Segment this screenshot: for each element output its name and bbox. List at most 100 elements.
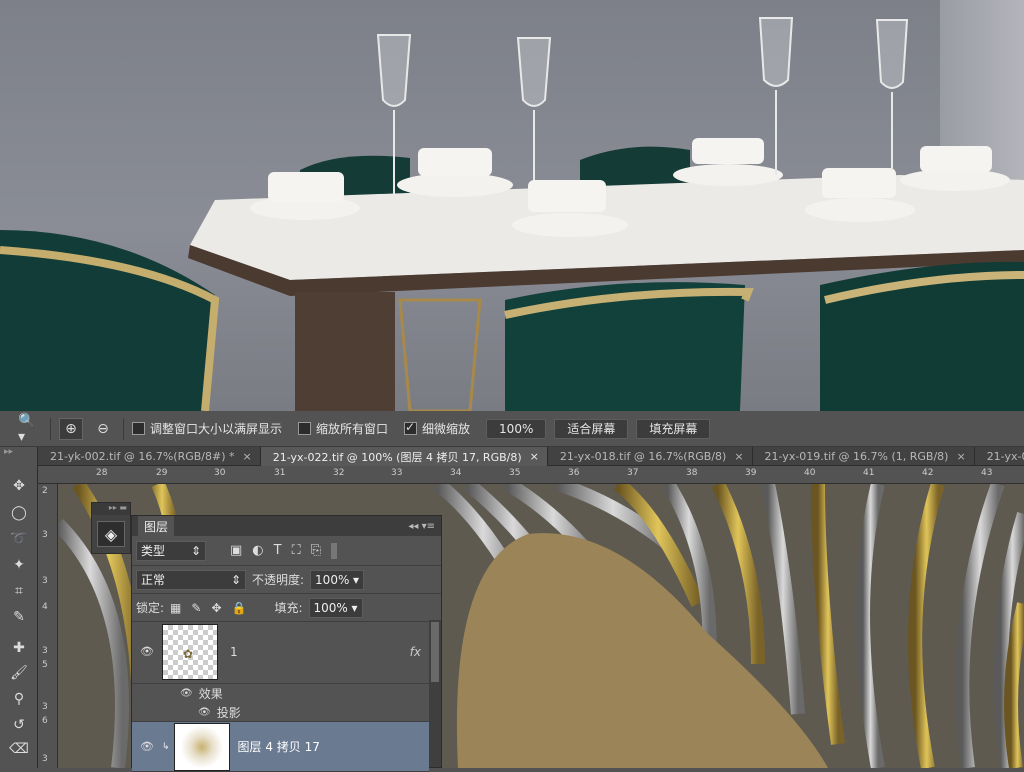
smart-object-filter-icon[interactable]: ⎘ <box>311 543 321 559</box>
brush-tool-icon[interactable]: 🖌 <box>7 662 31 684</box>
ruler-label: 31 <box>274 468 286 478</box>
layer-name[interactable]: 图层 4 拷贝 17 <box>238 738 320 755</box>
toolbox-collapse-icon[interactable]: ▸▸ <box>0 447 37 459</box>
ruler-label: 28 <box>96 468 108 478</box>
filter-toggle-icon[interactable] <box>331 542 338 559</box>
fit-screen-button[interactable]: 适合屏幕 <box>554 418 629 439</box>
layer-thumbnail: ✿ <box>162 623 218 680</box>
ruler-label: 43 <box>981 468 993 478</box>
magnifier-icon[interactable]: 🔍▾ <box>18 413 42 445</box>
lock-all-icon[interactable]: 🔒 <box>232 601 247 615</box>
document-tab[interactable]: 21-yx-018.tif @ 16.7%(RGB/8) × <box>548 447 753 466</box>
ruler-label: 38 <box>686 468 698 478</box>
eyedropper-icon[interactable]: ✎ <box>7 606 31 628</box>
opacity-input[interactable]: 100% ▾ <box>310 569 365 590</box>
close-icon[interactable]: × <box>956 450 965 463</box>
document-tab[interactable]: 21-yx-019.tif @ 16.7% (1, RGB/8) × <box>753 447 975 466</box>
close-icon[interactable]: × <box>734 450 743 463</box>
effect-item-row[interactable]: 👁 投影 <box>132 703 429 722</box>
lock-transparent-icon[interactable]: ▦ <box>170 601 181 615</box>
blend-mode-dropdown[interactable]: 正常 ⇕ <box>136 569 246 590</box>
effects-label: 效果 <box>198 687 223 701</box>
text-filter-icon[interactable]: T <box>274 543 282 559</box>
stamp-tool-icon[interactable]: ⚲ <box>7 688 31 710</box>
layer-name[interactable]: 1 <box>230 645 410 659</box>
filter-type-dropdown[interactable]: 类型 ⇕ <box>136 540 206 561</box>
ruler-label: 3 <box>42 576 48 586</box>
fill-screen-button[interactable]: 填充屏幕 <box>636 418 711 439</box>
eye-icon[interactable]: 👁 <box>132 645 162 658</box>
blend-row: 正常 ⇕ 不透明度: 100% ▾ <box>132 566 441 594</box>
clip-icon: ↳ <box>162 741 170 752</box>
shape-filter-icon[interactable]: ⛶ <box>292 543 301 559</box>
checkbox-icon[interactable] <box>132 422 145 435</box>
lock-image-icon[interactable]: ✎ <box>191 601 201 615</box>
crop-tool-icon[interactable]: ⌗ <box>7 580 31 602</box>
divider <box>123 417 124 440</box>
ruler-label: 6 <box>42 716 48 726</box>
document-tab[interactable]: 21-yx-020.tif <box>975 447 1024 466</box>
zoom-100-button[interactable]: 100% <box>486 418 547 439</box>
ruler-label: 40 <box>804 468 816 478</box>
eye-icon[interactable]: 👁 <box>198 707 211 718</box>
layer-thumbnail <box>173 722 230 771</box>
layer-row-selected[interactable]: 👁 ↳ 图层 4 拷贝 17 <box>132 722 429 772</box>
eraser-tool-icon[interactable]: ⌫ <box>7 738 31 760</box>
thumb-mark: ✿ <box>183 646 194 661</box>
close-icon[interactable]: × <box>530 450 539 463</box>
scrollbar-thumb[interactable] <box>431 622 439 682</box>
dining-scene-illustration <box>0 17 1024 411</box>
dock-collapse-icon[interactable]: ▸▸ ▬ <box>92 503 130 515</box>
fill-label: 填充: <box>274 601 303 615</box>
chevron-down-icon[interactable]: ▾ <box>353 573 359 587</box>
checkbox-checked-icon[interactable] <box>404 420 418 435</box>
tab-label: 21-yx-022.tif @ 100% (图层 4 拷贝 17, RGB/8) <box>272 450 522 464</box>
blend-mode-value: 正常 <box>141 573 166 587</box>
resize-windows-checkbox[interactable]: 调整窗口大小以满屏显示 <box>132 420 282 437</box>
document-tabs: 21-yk-002.tif @ 16.7%(RGB/8#) * × 21-yx-0… <box>38 447 1024 466</box>
document-tab-active[interactable]: 21-yx-022.tif @ 100% (图层 4 拷贝 17, RGB/8)… <box>260 447 548 466</box>
horizontal-ruler: 28 29 30 31 32 33 34 35 36 37 38 39 40 4… <box>38 466 1024 484</box>
tab-label: 21-yx-018.tif @ 16.7%(RGB/8) <box>559 450 727 463</box>
effects-row[interactable]: 👁 效果 <box>132 684 429 703</box>
panel-menu-icon[interactable]: ◂◂ ▾≡ <box>408 521 435 532</box>
lock-position-icon[interactable]: ✥ <box>211 601 221 615</box>
checkbox-icon[interactable] <box>298 422 312 435</box>
history-brush-icon[interactable]: ↺ <box>7 714 31 736</box>
marquee-tool-icon[interactable]: ◯ <box>7 502 31 524</box>
fx-icon[interactable]: fx <box>410 645 421 659</box>
eye-icon[interactable]: 👁 <box>132 740 162 753</box>
layers-tab[interactable]: 图层 <box>138 515 175 537</box>
ruler-label: 33 <box>391 468 403 478</box>
ruler-label: 42 <box>922 468 934 478</box>
panel-scrollbar[interactable] <box>429 620 441 767</box>
ruler-label: 39 <box>745 468 757 478</box>
tab-label: 21-yk-002.tif @ 16.7%(RGB/8#) * <box>50 450 235 463</box>
opacity-label: 不透明度: <box>252 573 305 587</box>
eye-icon[interactable]: 👁 <box>180 688 193 699</box>
document-tab[interactable]: 21-yk-002.tif @ 16.7%(RGB/8#) * × <box>38 447 261 466</box>
ruler-label: 37 <box>627 468 639 478</box>
close-icon[interactable]: × <box>243 450 252 463</box>
layers-icon[interactable]: ◈ <box>97 521 125 547</box>
toolbox: ▸▸ ✥ ◯ ➰ ✦ ⌗ ✎ ✚ 🖌 ⚲ ↺ ⌫ <box>0 447 38 768</box>
lock-label: 锁定: <box>136 601 165 615</box>
background-photo <box>0 0 1024 411</box>
chevron-icon: ⇕ <box>230 572 241 587</box>
healing-brush-icon[interactable]: ✚ <box>7 637 31 659</box>
lasso-tool-icon[interactable]: ➰ <box>7 528 31 550</box>
magic-wand-icon[interactable]: ✦ <box>7 554 31 576</box>
chevron-down-icon[interactable]: ▾ <box>351 601 357 615</box>
fill-value: 100% <box>313 600 348 615</box>
zoom-all-checkbox[interactable]: 缩放所有窗口 <box>298 420 388 437</box>
adjustment-filter-icon[interactable]: ◐ <box>252 543 263 559</box>
layers-panel: 图层 ◂◂ ▾≡ 类型 ⇕ ▣ ◐ T ⛶ ⎘ 正常 ⇕ 不透明度: 100% ▾ 锁… <box>131 515 442 772</box>
zoom-out-icon[interactable]: ⊖ <box>91 418 115 440</box>
layer-row[interactable]: 👁 ✿ 1 fx <box>132 620 429 684</box>
move-tool-icon[interactable]: ✥ <box>7 475 31 497</box>
scrubby-zoom-checkbox[interactable]: 细微缩放 <box>404 420 470 437</box>
image-filter-icon[interactable]: ▣ <box>230 543 242 559</box>
fill-input[interactable]: 100% ▾ <box>308 597 363 618</box>
options-bar: 🔍▾ ⊕ ⊖ 调整窗口大小以满屏显示 缩放所有窗口 细微缩放 100% 适合屏幕… <box>0 411 1024 447</box>
zoom-in-icon[interactable]: ⊕ <box>59 417 83 440</box>
